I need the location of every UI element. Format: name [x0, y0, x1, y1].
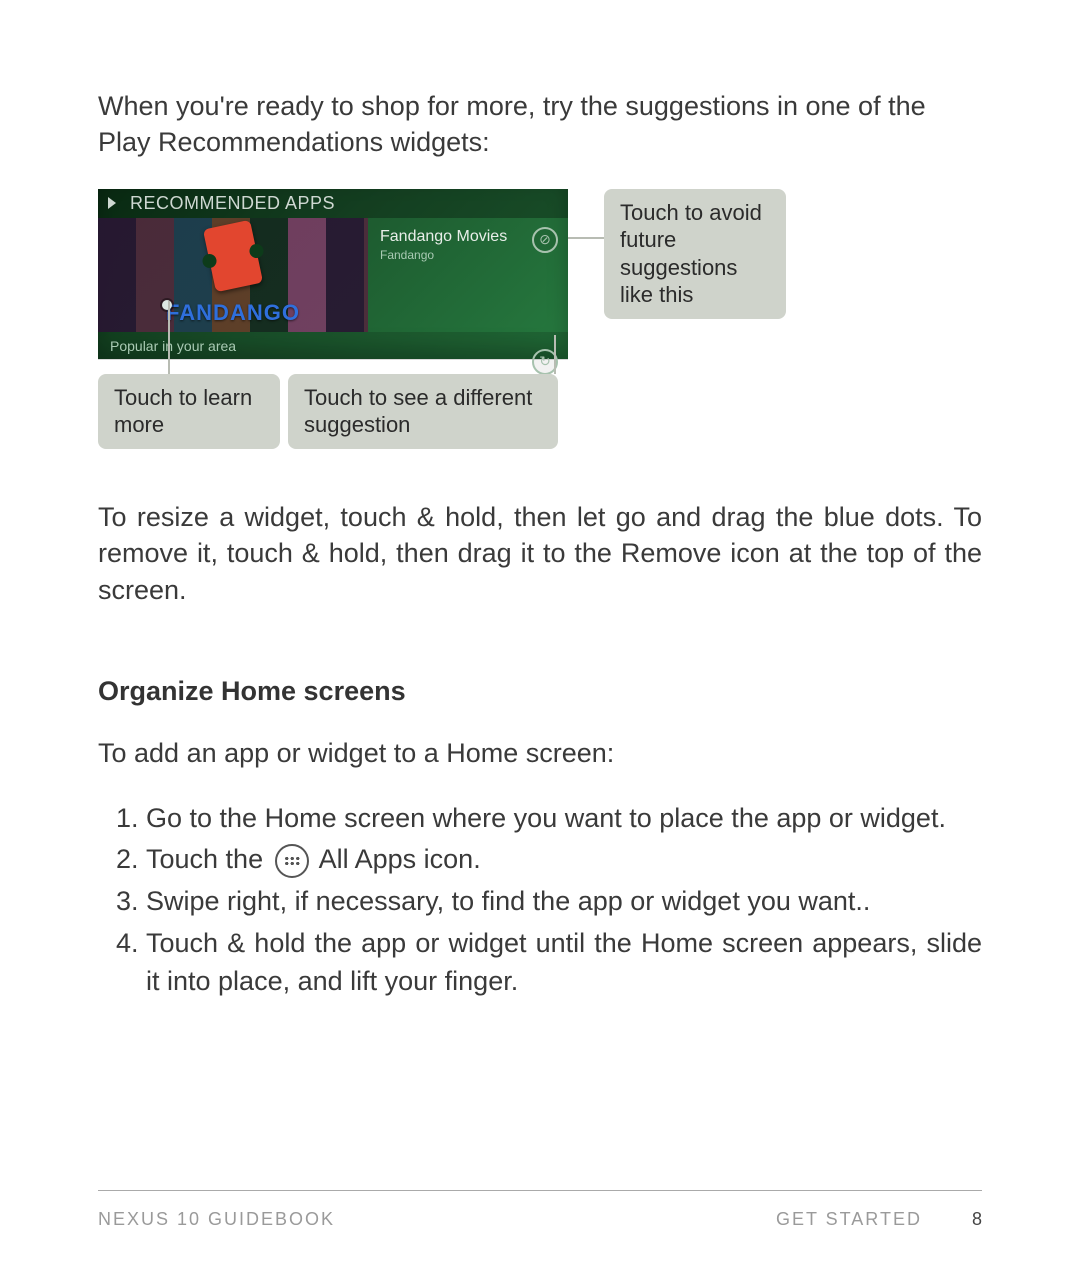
- widget-header: RECOMMENDED APPS: [98, 189, 568, 218]
- play-store-icon: [108, 195, 124, 211]
- fandango-ticket-icon: [203, 220, 263, 293]
- callout-avoid-future: Touch to avoid future suggestions like t…: [604, 189, 786, 319]
- leader-line: [554, 335, 556, 374]
- section-intro: To add an app or widget to a Home screen…: [98, 735, 982, 771]
- step-item: Touch the All Apps icon.: [146, 841, 982, 879]
- steps-list: Go to the Home screen where you want to …: [98, 800, 982, 1001]
- step-item: Swipe right, if necessary, to find the a…: [146, 883, 982, 921]
- resize-paragraph: To resize a widget, touch & hold, then l…: [98, 499, 982, 608]
- dismiss-suggestion-icon[interactable]: ⊘: [532, 227, 558, 253]
- intro-paragraph: When you're ready to shop for more, try …: [98, 88, 982, 161]
- section-heading-organize: Organize Home screens: [98, 676, 982, 707]
- recommendations-figure: RECOMMENDED APPS FANDANGO Fandango Movie…: [98, 189, 982, 469]
- callout-learn-more: Touch to learn more: [98, 374, 280, 449]
- leader-line: [568, 237, 604, 239]
- callout-different-suggestion: Touch to see a different suggestion: [288, 374, 558, 449]
- all-apps-icon: [275, 844, 309, 878]
- leader-line: [168, 301, 170, 374]
- step-item: Go to the Home screen where you want to …: [146, 800, 982, 838]
- fandango-logo: FANDANGO: [166, 300, 300, 326]
- step-text: All Apps icon.: [319, 844, 481, 874]
- footer-book-title: NEXUS 10 GUIDEBOOK: [98, 1209, 335, 1230]
- step-text: Touch the: [146, 844, 271, 874]
- footer-page-number: 8: [972, 1209, 982, 1230]
- widget-art[interactable]: FANDANGO: [98, 218, 368, 332]
- footer-chapter: GET STARTED: [776, 1209, 922, 1230]
- touch-point-marker: [162, 300, 172, 310]
- app-publisher: Fandango: [380, 248, 556, 262]
- page-footer: NEXUS 10 GUIDEBOOK GET STARTED 8: [98, 1190, 982, 1230]
- widget-footer-label: Popular in your area: [110, 338, 236, 354]
- step-item: Touch & hold the app or widget until the…: [146, 925, 982, 1001]
- app-title: Fandango Movies: [380, 228, 556, 246]
- widget-header-label: RECOMMENDED APPS: [130, 193, 335, 214]
